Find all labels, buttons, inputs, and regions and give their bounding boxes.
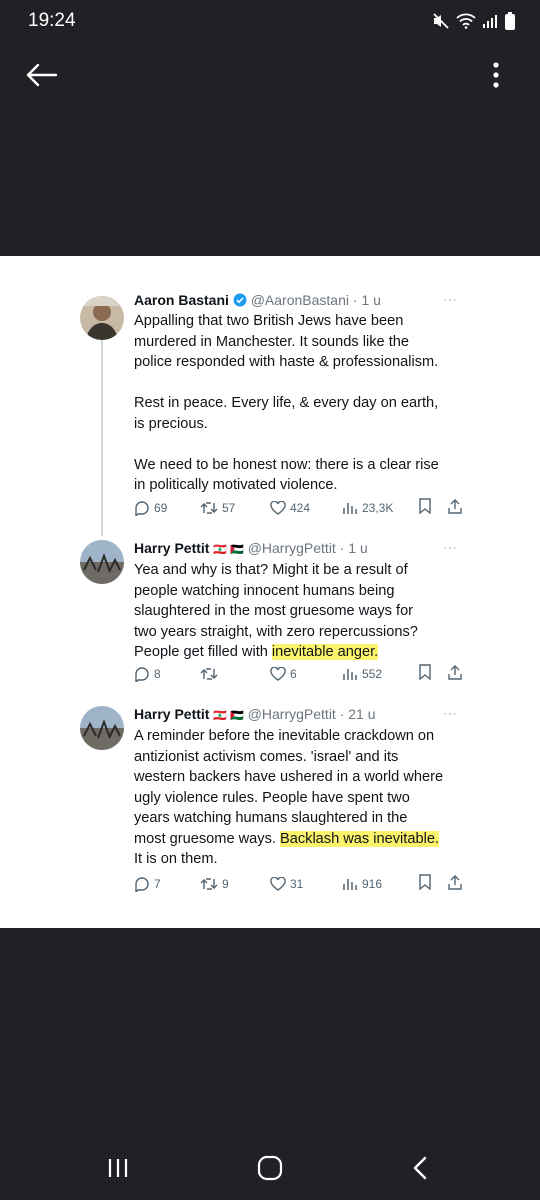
tweet-harry-pettit-2: Harry Pettit 🇱🇧 🇵🇸 @HarrygPettit · 21 u … xyxy=(80,706,480,896)
views-icon xyxy=(342,501,358,515)
flag-emojis: 🇱🇧 🇵🇸 xyxy=(213,710,244,722)
reply-icon xyxy=(134,666,150,682)
author-name: Harry Pettit xyxy=(134,706,210,722)
tweet-harry-pettit-1: Harry Pettit 🇱🇧 🇵🇸 @HarrygPettit · 1 u ·… xyxy=(80,540,480,690)
like-action: 31 xyxy=(270,876,342,891)
back-icon[interactable] xyxy=(400,1154,440,1182)
author-handle: @AaronBastani · 1 u xyxy=(250,292,381,308)
tweet-screenshot-image[interactable]: Aaron Bastani @AaronBastani · 1 u ··· Ap… xyxy=(0,256,540,928)
tweet-aaron-bastani: Aaron Bastani @AaronBastani · 1 u ··· Ap… xyxy=(80,292,480,522)
more-horizontal-icon: ··· xyxy=(443,292,458,306)
heart-icon xyxy=(270,500,286,515)
tweet-header: Aaron Bastani @AaronBastani · 1 u xyxy=(134,292,381,310)
more-horizontal-icon: ··· xyxy=(443,706,458,720)
highlighted-text: inevitable anger. xyxy=(271,644,379,660)
retweet-icon xyxy=(200,501,218,515)
tweet-actions: 69 57 424 23,3K xyxy=(134,498,462,517)
heart-icon xyxy=(270,876,286,891)
more-vertical-icon[interactable] xyxy=(492,60,512,96)
heart-icon xyxy=(270,666,286,681)
avatar xyxy=(80,296,124,340)
views-icon xyxy=(342,667,358,681)
top-bar xyxy=(0,44,540,114)
back-arrow-icon[interactable] xyxy=(24,60,64,96)
reply-icon xyxy=(134,876,150,892)
tweet-actions: 7 9 31 916 xyxy=(134,874,462,893)
views-action: 23,3K xyxy=(342,501,418,515)
retweet-icon xyxy=(200,877,218,891)
author-handle: @HarrygPettit · 1 u xyxy=(247,540,368,556)
author-name: Harry Pettit xyxy=(134,540,210,556)
author-name: Aaron Bastani xyxy=(134,292,229,308)
retweet-icon xyxy=(200,667,218,681)
retweet-action xyxy=(200,667,270,681)
tweet-header: Harry Pettit 🇱🇧 🇵🇸 @HarrygPettit · 1 u xyxy=(134,540,368,556)
share-icon xyxy=(448,498,462,517)
tweet-actions: 8 6 552 xyxy=(134,664,462,683)
avatar xyxy=(80,540,124,584)
reply-action: 8 xyxy=(134,666,200,682)
views-icon xyxy=(342,877,358,891)
reply-action: 69 xyxy=(134,500,200,516)
more-horizontal-icon: ··· xyxy=(443,540,458,554)
highlighted-text: Backlash was inevitable. xyxy=(280,830,439,847)
author-handle: @HarrygPettit · 21 u xyxy=(247,706,376,722)
bookmark-icon xyxy=(418,664,432,683)
navigation-bar xyxy=(0,1136,540,1200)
like-action: 424 xyxy=(270,500,342,515)
bookmark-icon xyxy=(418,498,432,517)
retweet-action: 57 xyxy=(200,501,270,515)
mute-icon xyxy=(432,12,450,35)
share-icon xyxy=(448,664,462,683)
reply-icon xyxy=(134,500,150,516)
status-bar: 19:24 xyxy=(0,0,540,44)
flag-emojis: 🇱🇧 🇵🇸 xyxy=(213,544,244,556)
retweet-action: 9 xyxy=(200,877,270,891)
tweet-header: Harry Pettit 🇱🇧 🇵🇸 @HarrygPettit · 21 u xyxy=(134,706,376,722)
battery-icon xyxy=(504,11,516,36)
tweet-text: A reminder before the inevitable crackdo… xyxy=(134,728,444,867)
like-action: 6 xyxy=(270,666,342,681)
wifi-icon xyxy=(456,13,476,34)
verified-badge-icon xyxy=(233,293,247,310)
status-icons xyxy=(432,11,516,36)
tweet-text: Appalling that two British Jews have bee… xyxy=(134,313,439,493)
signal-icon xyxy=(482,13,498,34)
avatar xyxy=(80,706,124,750)
status-time: 19:24 xyxy=(28,10,76,31)
tweet-text: Yea and why is that? Might it be a resul… xyxy=(134,562,418,660)
reply-action: 7 xyxy=(134,876,200,892)
share-icon xyxy=(448,874,462,893)
recent-apps-icon[interactable] xyxy=(98,1154,138,1182)
views-action: 552 xyxy=(342,667,418,681)
bookmark-icon xyxy=(418,874,432,893)
home-icon[interactable] xyxy=(250,1154,290,1182)
views-action: 916 xyxy=(342,877,418,891)
